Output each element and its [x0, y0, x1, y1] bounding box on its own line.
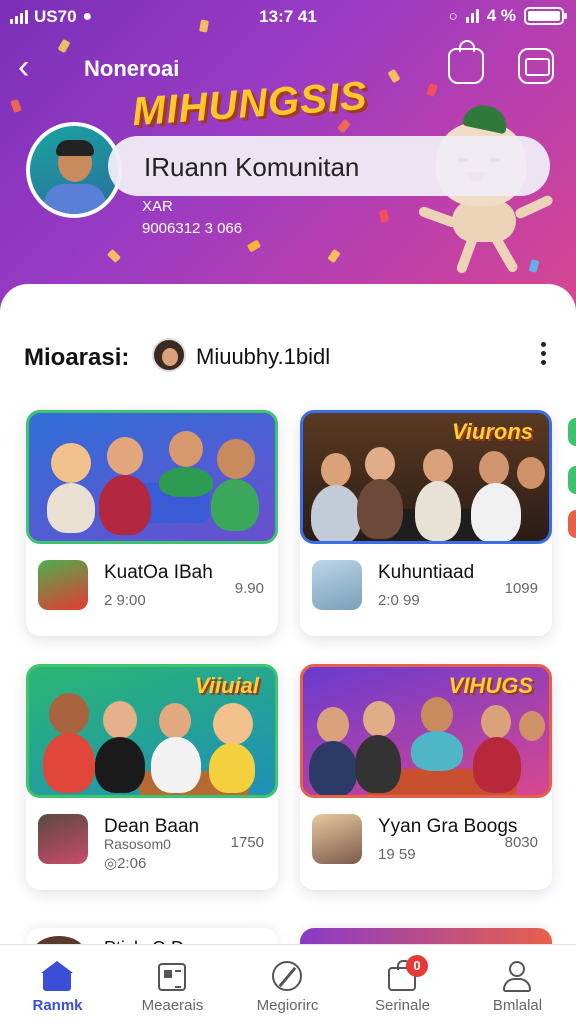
tab-label: Meaerais [141, 997, 204, 1014]
bottom-tab-bar: Ranmk Meaerais Megiorirc 0 Serinale Bmla… [0, 944, 576, 1024]
card-subtitle: 2:0 99 [378, 592, 420, 609]
section-header: Mioarasi: Miuubhy.1bidl [24, 334, 554, 378]
edge-indicator [568, 418, 576, 446]
card-title: Yyan Gra Boogs [378, 816, 518, 837]
tab-profile[interactable]: Bmlalal [460, 945, 575, 1024]
shopping-bag-icon: 0 [386, 955, 428, 991]
community-card[interactable]: Viiuial Dean Baan Rasosom0 ◎2:06 1750 [26, 664, 278, 890]
more-options-icon[interactable] [538, 342, 548, 368]
card-avatar [38, 560, 88, 610]
page-title: Noneroai [84, 56, 180, 81]
confetti-piece [246, 239, 262, 253]
signal-bars-icon [465, 9, 479, 23]
edge-indicator [568, 510, 576, 538]
section-user-avatar[interactable] [152, 338, 186, 372]
card-count: 1750 [230, 834, 264, 851]
card-count: 9.90 [234, 580, 264, 597]
shopping-bag-icon[interactable] [448, 40, 484, 84]
card-count: 8030 [504, 834, 538, 851]
battery-percent: 4 % [486, 6, 516, 25]
card-thumbnail: Viiuial [26, 664, 278, 798]
card-scene-title: VIHUGS [448, 673, 533, 698]
profile-name: IRuann Komunitan [144, 152, 360, 182]
tab-discover[interactable]: Megiorirc [230, 945, 345, 1024]
community-card[interactable]: VIHUGS Yyan Gra Boogs 19 59 8030 [300, 664, 552, 890]
confetti-piece [379, 209, 389, 223]
tab-label: Serinale [374, 997, 431, 1014]
alarm-icon: ○ [448, 7, 458, 25]
tab-label: Bmlalal [492, 997, 543, 1014]
wallet-icon[interactable] [518, 48, 554, 84]
card-subtitle-time: ◎2:06 [104, 855, 147, 872]
community-card[interactable]: KuatOa IBah 2 9:00 9.90 [26, 410, 278, 636]
confetti-piece [327, 248, 341, 264]
tab-home[interactable]: Ranmk [0, 945, 115, 1024]
profile-name-pill: IRuann Komunitan [108, 136, 550, 196]
card-title: KuatOa IBah [104, 562, 213, 583]
card-subtitle: Rasosom0 [104, 836, 171, 852]
card-thumbnail [26, 410, 278, 544]
user-icon [501, 961, 533, 992]
home-icon [41, 961, 73, 991]
status-bar: US70 ● 13:7 41 ○ 4 % [0, 0, 576, 34]
tab-label: Megiorirc [256, 997, 319, 1014]
card-avatar [312, 560, 362, 610]
card-subtitle: 2 9:00 [104, 592, 146, 609]
tab-news[interactable]: Meaerais [115, 945, 230, 1024]
card-subtitle: 19 59 [378, 846, 416, 863]
card-thumbnail: Viurons [300, 410, 552, 544]
confetti-piece [10, 98, 22, 114]
newspaper-icon [156, 961, 188, 991]
card-title: Dean Baan [104, 816, 200, 837]
edge-indicator [568, 466, 576, 494]
section-title: Mioarasi: [24, 344, 130, 371]
tab-label: Ranmk [32, 997, 83, 1014]
profile-meta-1: XAR [142, 198, 173, 215]
back-chevron-icon[interactable]: ‹ [18, 50, 48, 86]
card-scene-title: Viurons [451, 419, 533, 444]
tab-shop[interactable]: 0 Serinale [345, 945, 460, 1024]
card-avatar [312, 814, 362, 864]
notification-badge: 0 [406, 955, 428, 977]
battery-icon [524, 7, 567, 25]
confetti-piece [337, 118, 351, 134]
card-thumbnail: VIHUGS [300, 664, 552, 798]
confetti-piece [106, 248, 122, 264]
card-scene-title: Viiuial [195, 673, 259, 698]
profile-meta-2: 9006312 3 066 [142, 220, 243, 237]
card-avatar [38, 814, 88, 864]
section-username[interactable]: Miuubhy.1bidl [196, 344, 330, 370]
card-title: Kuhuntiaad [378, 562, 475, 583]
compass-icon [271, 961, 303, 991]
community-card[interactable]: Viurons Kuhuntiaad 2:0 99 1099 [300, 410, 552, 636]
card-count: 1099 [504, 580, 538, 597]
top-app-bar: ‹ Noneroai [0, 40, 576, 94]
